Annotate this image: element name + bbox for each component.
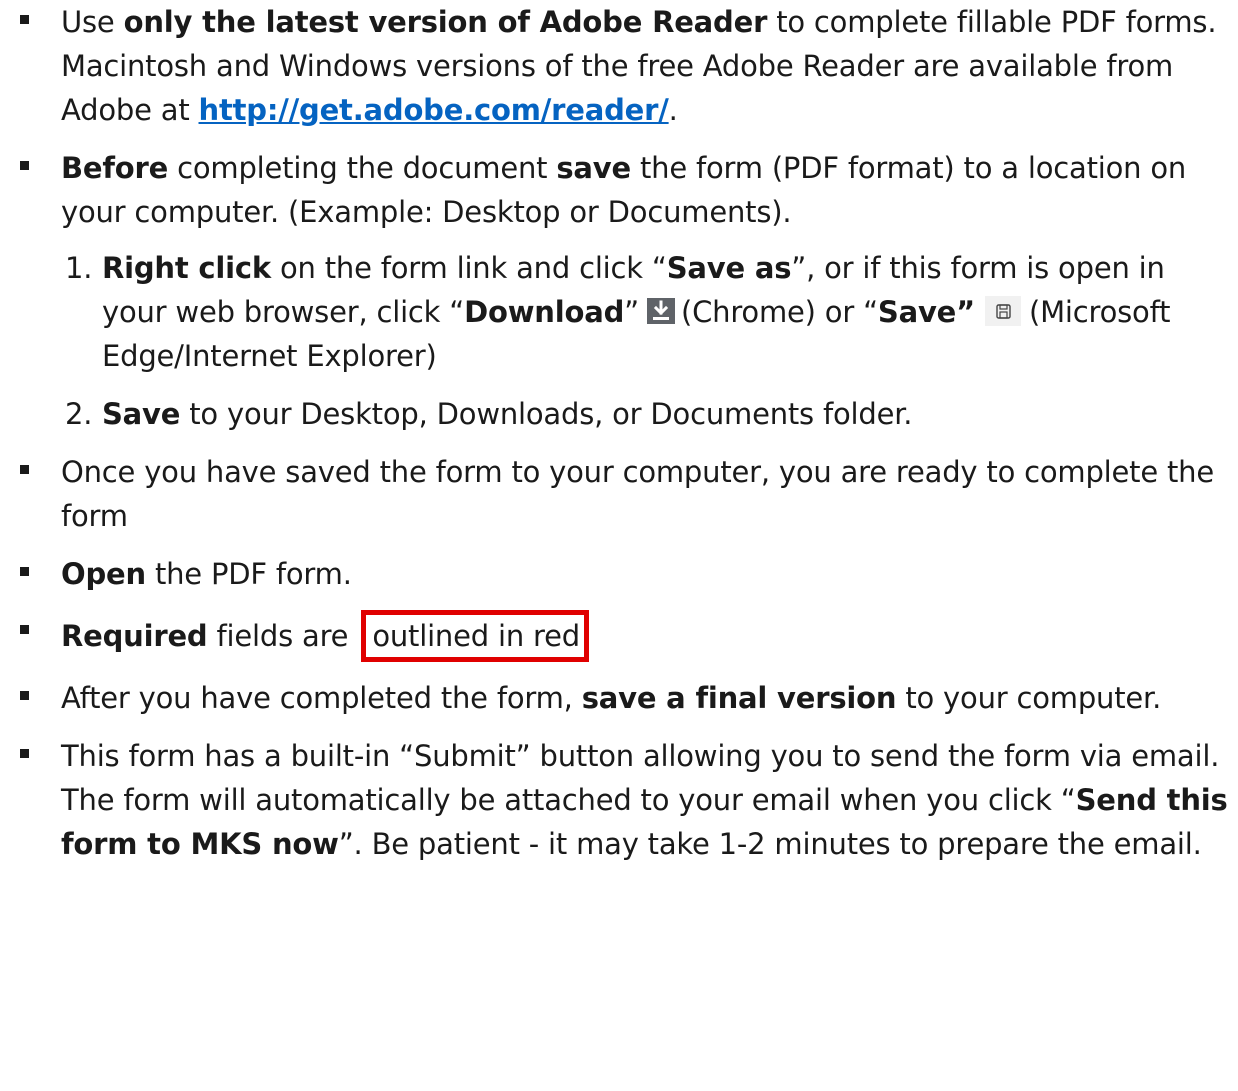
text: Once you have saved the form to your com…	[61, 455, 1214, 533]
emphasis: Open	[61, 557, 146, 591]
list-item-required: Required fields are outlined in red	[0, 610, 1228, 662]
emphasis: only the latest version of Adobe Reader	[123, 5, 768, 39]
emphasis: Save”	[877, 295, 975, 329]
list-item-save-final: After you have completed the form, save …	[0, 676, 1228, 720]
save-steps-list: 1. Right click on the form link and clic…	[61, 246, 1228, 436]
text: to your computer.	[896, 681, 1162, 715]
emphasis: Save as	[666, 251, 792, 285]
square-bullet-icon	[20, 749, 29, 758]
step-number: 2.	[65, 397, 93, 431]
text: ”. Be patient - it may take 1-2 minutes …	[338, 827, 1202, 861]
text: Use	[61, 5, 124, 39]
square-bullet-icon	[20, 161, 29, 170]
instructions-page: Use only the latest version of Adobe Rea…	[0, 0, 1238, 1091]
instruction-list: Use only the latest version of Adobe Rea…	[0, 0, 1228, 866]
emphasis: save a final version	[581, 681, 897, 715]
text: the PDF form.	[145, 557, 352, 591]
text: .	[668, 93, 678, 127]
text: completing the document	[168, 151, 557, 185]
square-bullet-icon	[20, 465, 29, 474]
emphasis: save	[556, 151, 631, 185]
text: (Chrome) or “	[680, 295, 878, 329]
list-item-adobe-reader: Use only the latest version of Adobe Rea…	[0, 0, 1228, 132]
step-number: 1.	[65, 251, 93, 285]
square-bullet-icon	[20, 15, 29, 24]
list-item-submit: This form has a built-in “Submit” button…	[0, 734, 1228, 866]
download-icon	[646, 298, 675, 324]
square-bullet-icon	[20, 567, 29, 576]
text: This form has a built-in “Submit” button…	[61, 739, 1220, 817]
step-item-2: 2. Save to your Desktop, Downloads, or D…	[0, 392, 1228, 436]
emphasis: Download	[464, 295, 625, 329]
red-outline-example: outlined in red	[361, 610, 589, 662]
text: on the form link and click “	[270, 251, 667, 285]
text: to your Desktop, Downloads, or Documents…	[180, 397, 913, 431]
list-item-save-before: Before completing the document save the …	[0, 146, 1228, 436]
square-bullet-icon	[20, 691, 29, 700]
text: After you have completed the form,	[61, 681, 582, 715]
list-item-ready: Once you have saved the form to your com…	[0, 450, 1228, 538]
list-item-open: Open the PDF form.	[0, 552, 1228, 596]
emphasis: Before	[61, 151, 169, 185]
text: ”	[624, 295, 639, 329]
square-bullet-icon	[20, 625, 29, 634]
text: fields are	[207, 619, 358, 653]
floppy-disk-icon	[984, 296, 1021, 326]
emphasis: Required	[61, 619, 208, 653]
emphasis: Save	[102, 397, 181, 431]
emphasis: Right click	[102, 251, 271, 285]
step-item-1: 1. Right click on the form link and clic…	[0, 246, 1228, 378]
adobe-reader-link[interactable]: http://get.adobe.com/reader/	[199, 93, 669, 127]
